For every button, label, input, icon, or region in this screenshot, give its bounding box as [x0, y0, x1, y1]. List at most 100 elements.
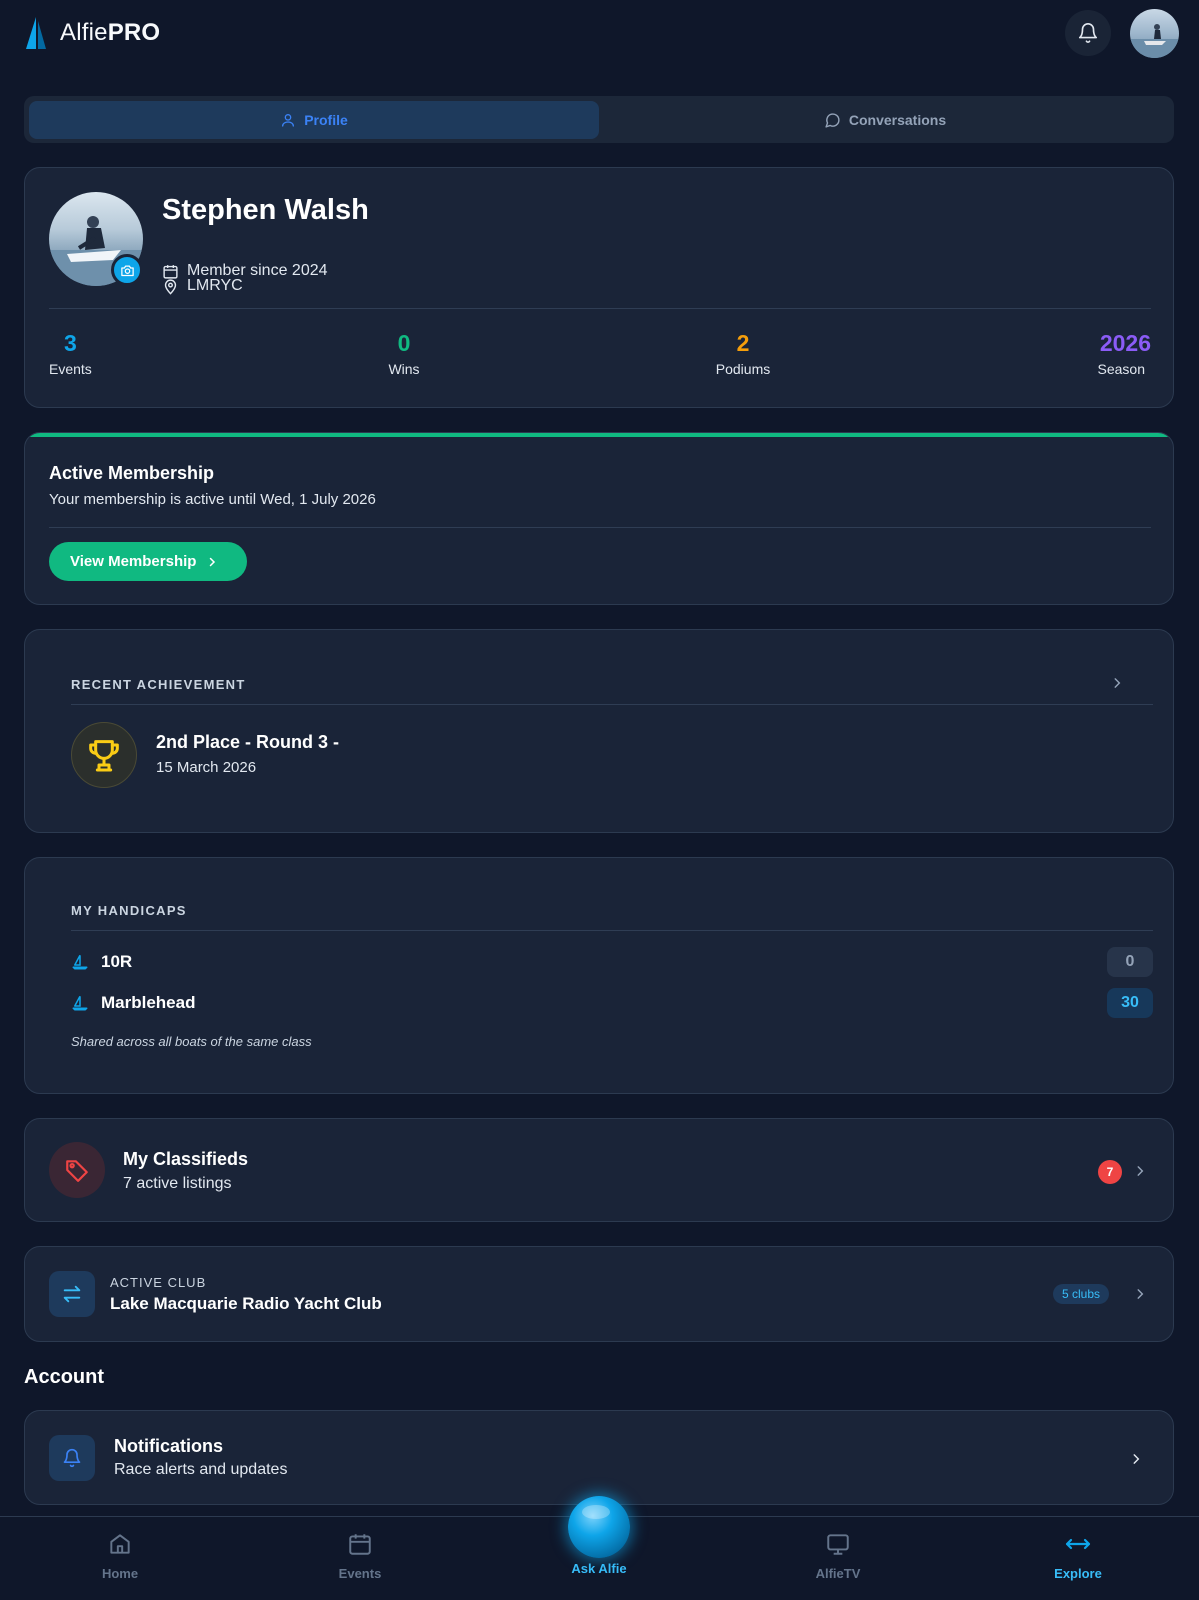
- classifieds-count: 7 active listings: [123, 1175, 232, 1192]
- nav-label: Explore: [1054, 1566, 1102, 1581]
- camera-icon: [120, 265, 134, 276]
- location-pin-icon: [164, 278, 177, 295]
- nav-alfietv[interactable]: AlfieTV: [778, 1531, 898, 1581]
- classifieds-title: My Classifieds: [123, 1149, 249, 1169]
- stat-season: 2026 Season: [1065, 330, 1151, 377]
- user-icon: [282, 114, 295, 127]
- stat-value: 3: [64, 330, 77, 356]
- chevron-right-icon[interactable]: [1133, 1163, 1147, 1179]
- membership-title: Active Membership: [49, 463, 215, 483]
- tab-label: Profile: [304, 112, 348, 128]
- stat-value: 2026: [1099, 330, 1151, 356]
- handicap-class: Marblehead: [101, 993, 196, 1012]
- handicaps-divider: [71, 930, 1153, 931]
- tv-icon: [827, 1534, 849, 1555]
- profile-tabs: Profile Conversations: [24, 96, 1174, 143]
- account-heading: Account: [24, 1366, 104, 1388]
- achievement-date: 15 March 2026: [156, 759, 257, 776]
- tab-label: Conversations: [848, 112, 947, 128]
- profile-card: Stephen Walsh LMRYC Member since 2024 3 …: [24, 167, 1174, 408]
- stat-podiums: 2 Podiums: [701, 330, 785, 377]
- app-name: AlfiePRO: [60, 19, 161, 46]
- handicap-note: Shared across all boats of the same clas…: [71, 1034, 312, 1049]
- profile-club: LMRYC: [162, 238, 243, 334]
- stat-label: Events: [49, 361, 92, 377]
- chevron-right-icon[interactable]: [1129, 1451, 1143, 1467]
- handicap-value: 0: [1107, 947, 1153, 977]
- notifications-row[interactable]: Notifications Race alerts and updates: [24, 1410, 1174, 1505]
- notifications-title: Notifications: [114, 1436, 224, 1456]
- active-club-card[interactable]: ACTIVE CLUB Lake Macquarie Radio Yacht C…: [24, 1246, 1174, 1342]
- notifications-button[interactable]: [1065, 10, 1111, 56]
- classifieds-badge: [49, 1142, 105, 1198]
- button-label: View Membership: [70, 553, 197, 570]
- achievement-title: 2nd Place - Round 3 -: [156, 732, 340, 752]
- trophy-badge: [71, 722, 137, 788]
- nav-label: Events: [338, 1566, 382, 1581]
- notifications-subtitle: Race alerts and updates: [114, 1461, 288, 1478]
- achievement-divider: [71, 704, 1153, 705]
- chevron-right-icon[interactable]: [1110, 675, 1124, 691]
- membership-status: Your membership is active until Wed, 1 J…: [49, 491, 376, 508]
- profile-name: Stephen Walsh: [162, 194, 369, 226]
- stat-value: 2: [736, 330, 750, 356]
- sailboat-icon: [72, 995, 88, 1011]
- swap-arrows-icon: [63, 1285, 81, 1303]
- chat-bubble-icon: [825, 112, 840, 128]
- tab-conversations[interactable]: Conversations: [601, 101, 1169, 139]
- app-logo[interactable]: AlfiePRO: [24, 16, 160, 50]
- membership-divider: [49, 527, 1151, 528]
- ask-alfie-orb-button[interactable]: [568, 1496, 630, 1558]
- count-badge: 7: [1098, 1160, 1122, 1184]
- membership-accent-bar: [25, 433, 1173, 437]
- nav-label: Home: [101, 1566, 139, 1581]
- member-since-text: Member since 2024: [187, 262, 328, 279]
- chevron-right-icon[interactable]: [1133, 1286, 1147, 1302]
- club-label: ACTIVE CLUB: [110, 1275, 207, 1290]
- nav-explore[interactable]: Explore: [1018, 1531, 1138, 1581]
- tab-profile[interactable]: Profile: [29, 101, 599, 139]
- handicaps-card: MY HANDICAPS 10R 0 Marblehead 30 Shared …: [24, 857, 1174, 1094]
- stat-label: Season: [1097, 361, 1145, 377]
- member-since: Member since 2024: [162, 262, 328, 280]
- classifieds-card[interactable]: My Classifieds 7 active listings 7: [24, 1118, 1174, 1222]
- handicap-value: 30: [1107, 988, 1153, 1018]
- change-photo-button[interactable]: [111, 254, 143, 286]
- achievement-card[interactable]: RECENT ACHIEVEMENT 2nd Place - Round 3 -…: [24, 629, 1174, 833]
- arrows-horizontal-icon: [1065, 1538, 1091, 1550]
- bell-icon: [1078, 23, 1098, 43]
- calendar-icon: [349, 1534, 371, 1555]
- stat-value: 0: [397, 330, 411, 356]
- tag-icon: [66, 1160, 88, 1182]
- nav-home[interactable]: Home: [60, 1531, 180, 1581]
- section-label: RECENT ACHIEVEMENT: [71, 677, 246, 692]
- trophy-icon: [89, 740, 119, 772]
- profile-divider: [49, 308, 1151, 309]
- user-avatar[interactable]: [1130, 9, 1179, 58]
- stat-label: Wins: [388, 361, 420, 377]
- handicap-row: Marblehead 30: [71, 988, 1153, 1018]
- clubs-count-pill: 5 clubs: [1053, 1284, 1110, 1304]
- switch-club-badge: [49, 1271, 95, 1317]
- avatar-photo-icon: [1130, 24, 1179, 58]
- nav-ask-alfie[interactable]: Ask Alfie: [539, 1557, 659, 1576]
- bell-icon: [63, 1448, 81, 1468]
- club-name: Lake Macquarie Radio Yacht Club: [110, 1294, 382, 1313]
- handicap-class: 10R: [101, 952, 133, 971]
- nav-label: Ask Alfie: [571, 1561, 627, 1576]
- sailboat-icon: [72, 954, 88, 970]
- top-bar: AlfiePRO: [0, 0, 1199, 70]
- stat-wins: 0 Wins: [364, 330, 444, 377]
- view-membership-button[interactable]: View Membership: [49, 542, 247, 581]
- membership-card: Active Membership Your membership is act…: [24, 432, 1174, 605]
- stat-events: 3 Events: [49, 330, 109, 377]
- chevron-right-icon: [210, 557, 216, 566]
- notifications-badge: [49, 1435, 95, 1481]
- nav-events[interactable]: Events: [300, 1531, 420, 1581]
- section-label: MY HANDICAPS: [71, 903, 187, 918]
- home-icon: [110, 1534, 130, 1554]
- handicap-row: 10R 0: [71, 947, 1153, 977]
- stat-label: Podiums: [715, 361, 771, 377]
- nav-label: AlfieTV: [815, 1566, 861, 1581]
- calendar-icon: [163, 264, 178, 279]
